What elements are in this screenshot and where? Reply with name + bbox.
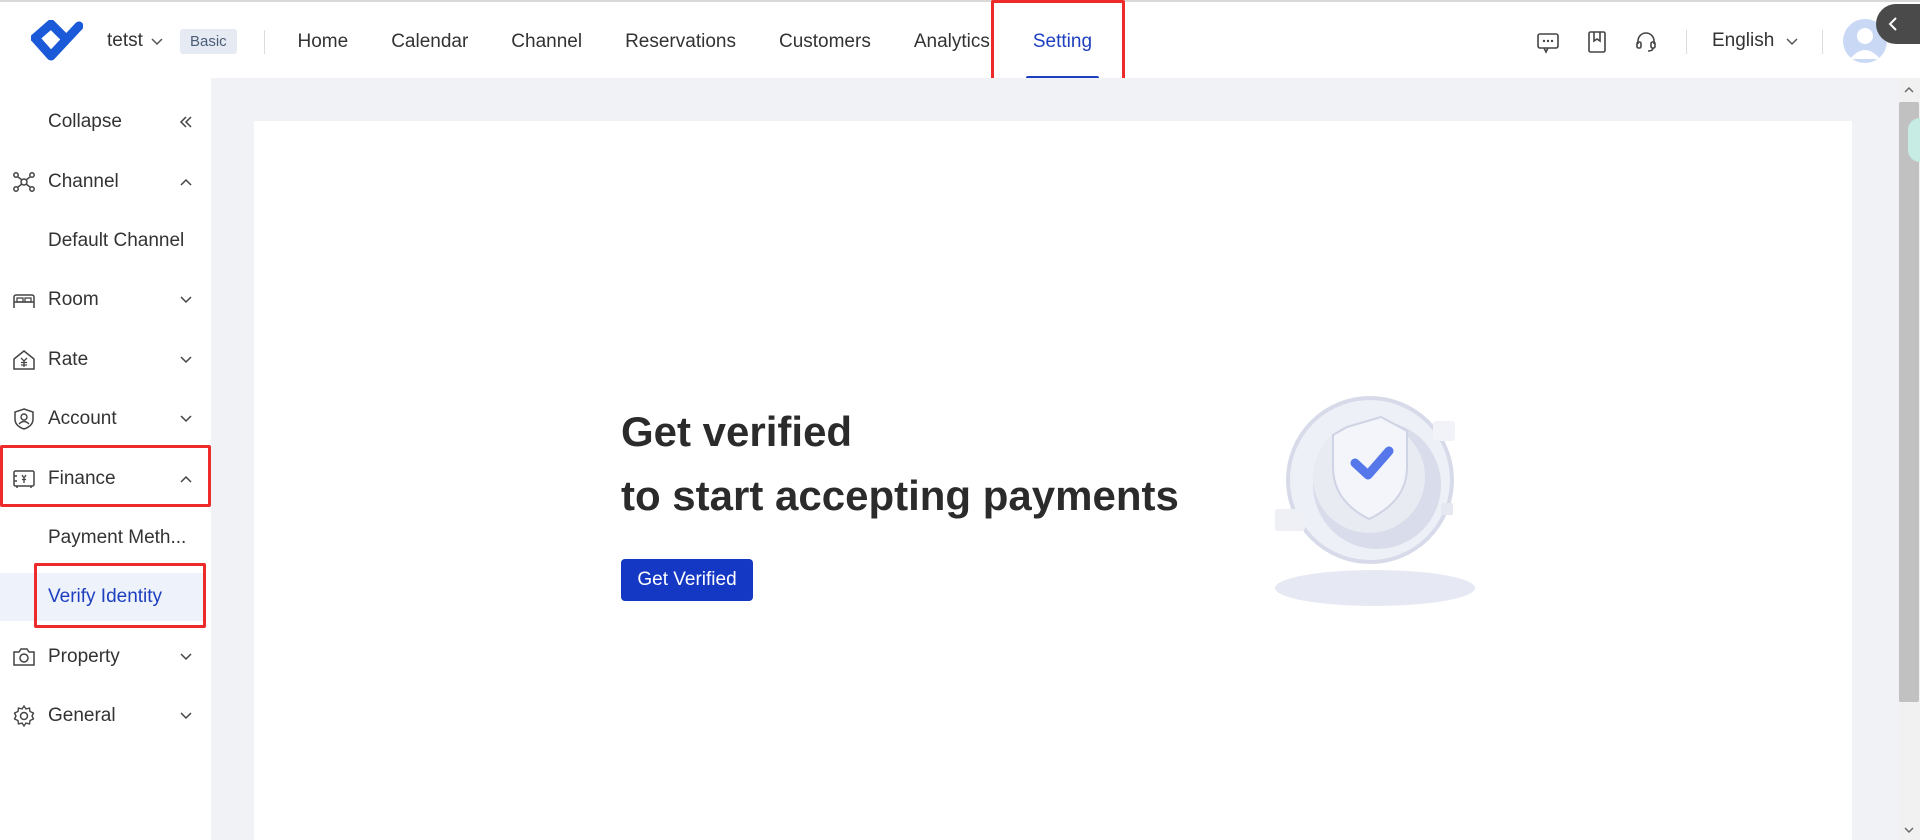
nav-calendar[interactable]: Calendar xyxy=(370,2,490,80)
page-title: Get verified to start accepting payments xyxy=(621,400,1179,528)
sidebar-collapse[interactable]: Collapse xyxy=(0,98,211,146)
sidebar-item-label: Account xyxy=(48,408,117,429)
finance-safe-icon xyxy=(13,470,35,488)
nav-reservations[interactable]: Reservations xyxy=(604,2,758,80)
yen-house-icon xyxy=(13,350,35,370)
message-icon[interactable] xyxy=(1535,29,1561,55)
sidebar-item-label: Room xyxy=(48,289,99,310)
sidebar-item-label: Property xyxy=(48,646,120,667)
workspace-switcher[interactable]: tetst xyxy=(107,30,165,52)
sidebar-item-property[interactable]: Property xyxy=(0,633,211,681)
account-shield-icon xyxy=(14,408,34,430)
scroll-up-icon[interactable] xyxy=(1903,84,1915,96)
sidebar-item-label: Collapse xyxy=(48,111,122,132)
verified-shield-icon xyxy=(1275,396,1475,606)
chevron-down-icon xyxy=(180,712,192,720)
chevron-down-icon xyxy=(151,38,163,46)
side-panel-toggle[interactable] xyxy=(1876,4,1920,44)
language-selector[interactable]: English xyxy=(1712,30,1800,52)
top-bar: tetst Basic Home Calendar Channel Reserv… xyxy=(0,0,1920,96)
floating-widget-edge[interactable] xyxy=(1908,118,1920,162)
main-nav: Home Calendar Channel Reservations Custo… xyxy=(276,2,1114,80)
sidebar-item-label: General xyxy=(48,705,116,726)
sidebar-item-account[interactable]: Account xyxy=(0,395,211,443)
property-camera-icon xyxy=(13,648,35,666)
nav-home[interactable]: Home xyxy=(276,2,370,80)
sidebar-item-channel[interactable]: Channel xyxy=(0,158,211,206)
sidebar: Collapse Channel Default Channel Room Ra… xyxy=(0,78,211,840)
sidebar-item-verify-identity[interactable]: Verify Identity xyxy=(0,573,206,621)
nav-setting[interactable]: Setting xyxy=(1011,2,1113,80)
bookmark-icon[interactable] xyxy=(1584,29,1610,55)
sidebar-item-label: Channel xyxy=(48,171,119,192)
sidebar-item-general[interactable]: General xyxy=(0,692,211,740)
scrollbar-thumb[interactable] xyxy=(1899,102,1919,702)
sidebar-item-label: Verify Identity xyxy=(48,586,163,607)
title-line-2: to start accepting payments xyxy=(621,472,1179,519)
language-label: English xyxy=(1712,30,1775,51)
sidebar-item-label: Default Channel xyxy=(48,230,185,251)
bed-icon xyxy=(13,294,35,308)
channel-network-icon xyxy=(13,172,35,192)
chevron-down-icon xyxy=(180,296,192,304)
gear-icon xyxy=(13,705,35,727)
brand-logo-icon[interactable] xyxy=(31,20,83,64)
chevron-down-icon xyxy=(180,653,192,661)
nav-customers[interactable]: Customers xyxy=(757,2,892,80)
chevron-up-icon xyxy=(180,475,192,483)
headset-support-icon[interactable] xyxy=(1633,29,1659,55)
chevron-down-icon xyxy=(180,415,192,423)
chevron-down-icon xyxy=(1786,38,1798,46)
sidebar-item-label: Finance xyxy=(48,468,116,489)
scroll-down-icon[interactable] xyxy=(1903,824,1915,836)
plan-badge: Basic xyxy=(180,29,237,54)
chevron-up-icon xyxy=(180,178,192,186)
sidebar-item-default-channel[interactable]: Default Channel xyxy=(0,217,211,265)
nav-analytics[interactable]: Analytics xyxy=(892,2,1011,80)
chevron-down-icon xyxy=(180,356,192,364)
double-chevron-left-icon xyxy=(179,116,192,128)
chevron-left-icon xyxy=(1888,17,1897,31)
sidebar-item-finance[interactable]: Finance xyxy=(0,455,211,503)
sidebar-item-room[interactable]: Room xyxy=(0,276,211,324)
title-line-1: Get verified xyxy=(621,408,853,455)
sidebar-item-rate[interactable]: Rate xyxy=(0,336,211,384)
divider xyxy=(1822,30,1823,54)
divider xyxy=(1686,30,1687,54)
workspace-name: tetst xyxy=(107,30,143,51)
nav-channel[interactable]: Channel xyxy=(490,2,604,80)
get-verified-button[interactable]: Get Verified xyxy=(621,559,753,601)
divider xyxy=(264,30,265,54)
sidebar-item-payment-methods[interactable]: Payment Meth... xyxy=(0,514,211,562)
sidebar-item-label: Payment Meth... xyxy=(48,527,187,548)
sidebar-item-label: Rate xyxy=(48,349,89,370)
